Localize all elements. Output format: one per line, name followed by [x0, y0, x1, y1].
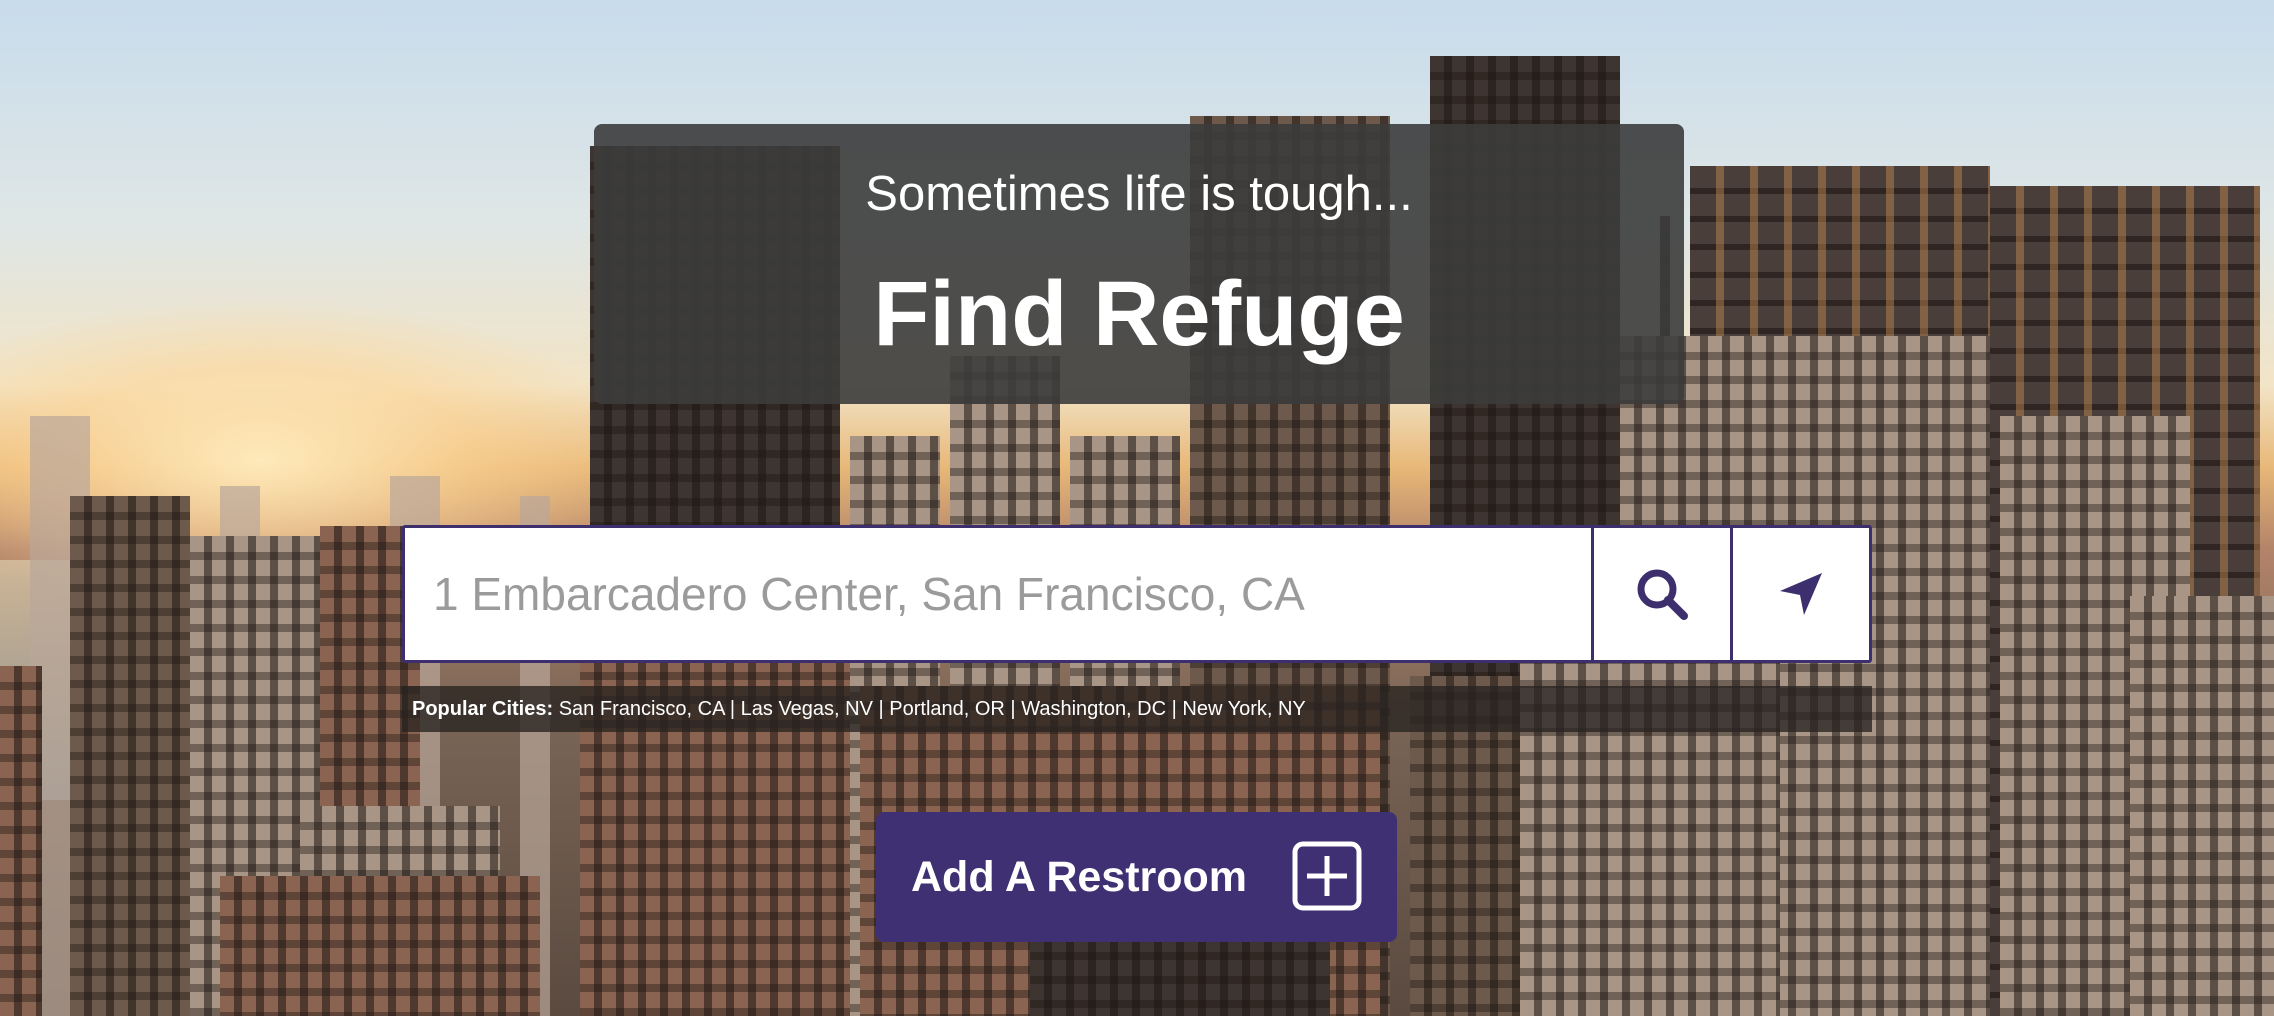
hero-title: Find Refuge	[873, 263, 1405, 365]
search-button[interactable]	[1591, 528, 1730, 660]
hero-subtitle: Sometimes life is tough...	[865, 167, 1413, 221]
search-icon	[1637, 569, 1688, 620]
building	[70, 496, 190, 1016]
popular-cities-label: Popular Cities:	[412, 698, 554, 720]
hero-panel: Sometimes life is tough... Find Refuge	[594, 124, 1684, 404]
building	[220, 876, 540, 1016]
location-arrow-icon	[1780, 573, 1822, 615]
plus-square-icon	[1292, 841, 1362, 911]
city-link-new-york[interactable]: New York, NY	[1182, 698, 1305, 720]
popular-cities-bar: Popular Cities: San Francisco, CA | Las …	[402, 686, 1872, 732]
city-link-san-francisco[interactable]: San Francisco, CA	[559, 698, 725, 720]
city-separator: |	[872, 698, 890, 720]
building	[2130, 596, 2274, 1016]
city-separator: |	[1004, 698, 1022, 720]
add-restroom-label: Add A Restroom	[911, 852, 1248, 901]
building	[1520, 616, 1780, 1016]
add-restroom-button[interactable]: Add A Restroom	[876, 812, 1397, 942]
search-bar	[402, 525, 1872, 663]
building	[0, 666, 42, 1016]
city-link-las-vegas[interactable]: Las Vegas, NV	[741, 698, 873, 720]
address-search-input[interactable]	[405, 528, 1591, 660]
current-location-button[interactable]	[1730, 528, 1869, 660]
city-link-portland[interactable]: Portland, OR	[889, 698, 1005, 720]
city-separator: |	[724, 698, 741, 720]
city-link-washington[interactable]: Washington, DC	[1021, 698, 1166, 720]
city-separator: |	[1166, 698, 1183, 720]
